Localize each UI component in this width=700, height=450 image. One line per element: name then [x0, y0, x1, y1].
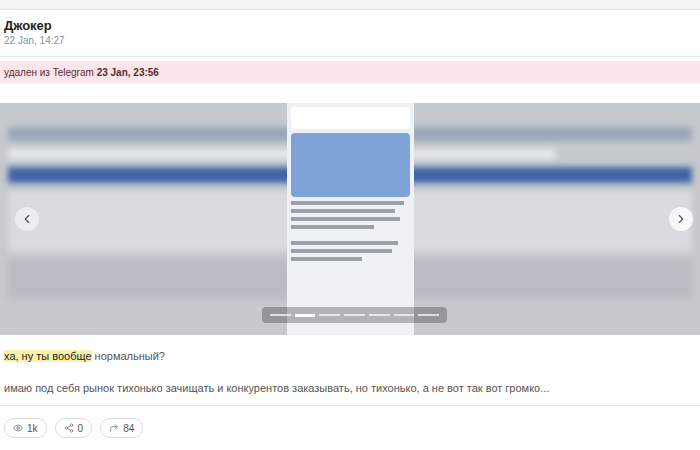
stat-value: 0 — [78, 421, 84, 436]
text-segment: нормальный? — [92, 350, 165, 362]
highlighted-text: ха, ну ты вообще — [4, 350, 92, 362]
forwards-icon — [109, 423, 119, 433]
slide-dot[interactable] — [270, 314, 291, 316]
stat-value: 84 — [123, 421, 134, 436]
deleted-banner: удален из Telegram 23 Jan, 23:56 — [0, 61, 700, 83]
slide-dot[interactable] — [295, 314, 316, 317]
prev-button[interactable] — [15, 207, 39, 231]
views-icon — [13, 423, 23, 433]
divider — [0, 405, 700, 406]
slide-dot[interactable] — [418, 314, 439, 316]
slide-image — [287, 103, 414, 335]
post-page: Джокер22 Jan, 14:27 удален из Telegram 23… — [0, 0, 700, 450]
chevron-right-icon — [674, 212, 688, 226]
top-strip — [0, 0, 700, 10]
banner-text: удален из Telegram — [4, 65, 97, 80]
banner-time: 23 Jan, 23:56 — [97, 65, 159, 80]
message-text: ха, ну ты вообще нормальный? имаю под себ… — [0, 347, 700, 397]
views-stat[interactable]: 1k — [4, 418, 47, 438]
next-button[interactable] — [669, 207, 693, 231]
shares-stat[interactable]: 0 — [55, 418, 93, 438]
post-header: Джокер22 Jan, 14:27 — [0, 10, 700, 57]
chevron-left-icon — [20, 212, 34, 226]
slide-dot[interactable] — [319, 314, 340, 316]
message-line: имаю под себя рынок тихонько зачищать и … — [4, 379, 696, 397]
stats-bar: 1k 0 84 — [0, 418, 700, 438]
forwards-stat[interactable]: 84 — [100, 418, 143, 438]
slide-dot[interactable] — [394, 314, 415, 316]
media-carousel[interactable] — [0, 103, 700, 335]
post-date: 22 Jan, 14:27 — [4, 34, 696, 48]
message-line: ха, ну ты вообще нормальный? — [4, 347, 696, 365]
stat-value: 1k — [27, 421, 38, 436]
slide-indicator — [262, 307, 447, 323]
slide-dot[interactable] — [369, 314, 390, 316]
shares-icon — [64, 423, 74, 433]
author-name[interactable]: Джокер — [4, 18, 696, 34]
slide-dot[interactable] — [344, 314, 365, 316]
text-segment: имаю под себя рынок тихонько зачищать и … — [4, 382, 549, 394]
